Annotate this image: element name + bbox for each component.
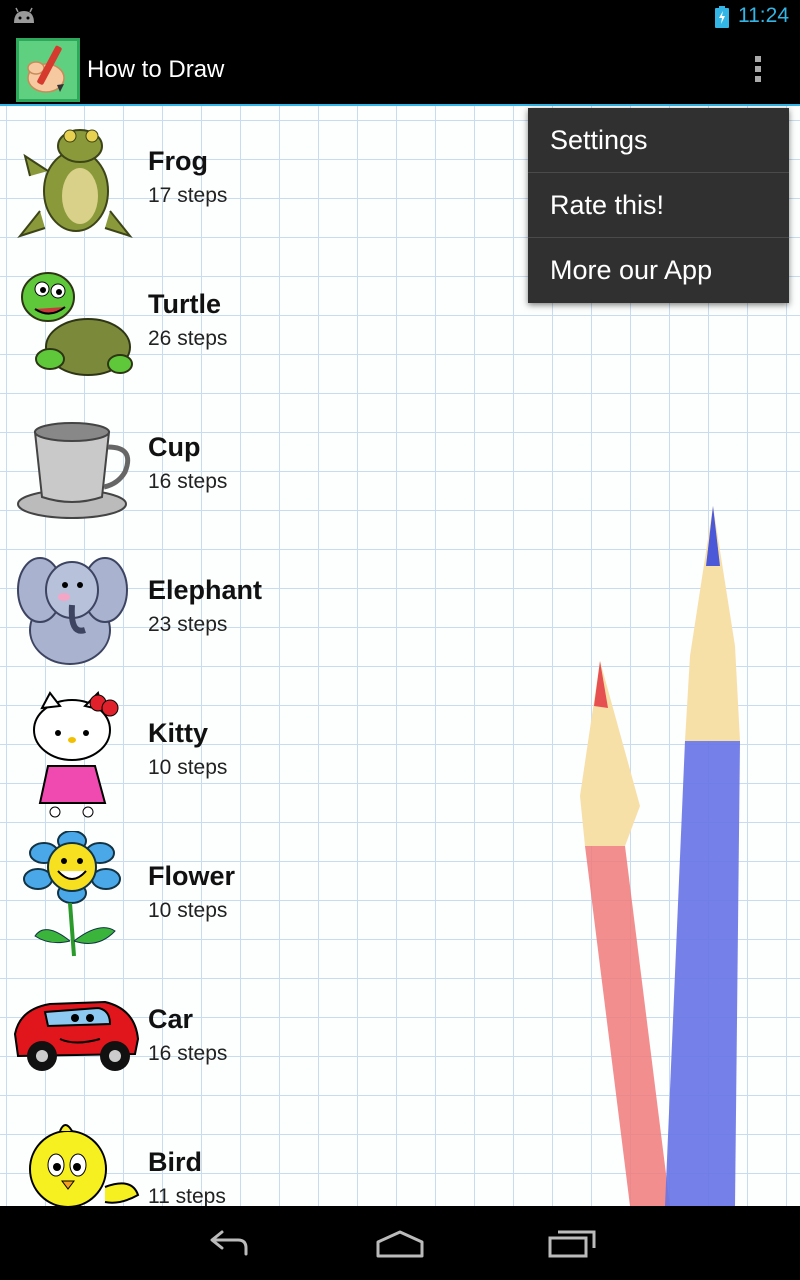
item-title: Frog bbox=[148, 146, 208, 176]
status-bar: 11:24 bbox=[0, 0, 800, 34]
menu-item-more-apps[interactable]: More our App bbox=[528, 238, 789, 303]
menu-item-settings[interactable]: Settings bbox=[528, 108, 789, 173]
pencil-hand-icon[interactable] bbox=[16, 38, 80, 102]
item-steps: 16 steps bbox=[148, 1042, 228, 1065]
item-steps: 10 steps bbox=[148, 899, 228, 922]
item-steps: 26 steps bbox=[148, 327, 228, 350]
list-item-car[interactable]: Car 16 steps bbox=[0, 964, 520, 1107]
item-title: Turtle bbox=[148, 289, 221, 319]
overflow-menu: Settings Rate this! More our App bbox=[528, 108, 789, 303]
item-title: Kitty bbox=[148, 718, 208, 748]
item-title: Flower bbox=[148, 861, 236, 891]
list-item-bird[interactable]: Bird 11 steps bbox=[0, 1107, 520, 1206]
item-steps: 17 steps bbox=[148, 184, 228, 207]
list-item-kitty[interactable]: Kitty 10 steps bbox=[0, 678, 520, 821]
flower-icon bbox=[23, 831, 121, 957]
item-steps: 23 steps bbox=[148, 613, 228, 636]
recents-icon[interactable] bbox=[542, 1226, 602, 1262]
item-title: Car bbox=[148, 1004, 194, 1034]
app-title: How to Draw bbox=[87, 56, 225, 83]
item-steps: 16 steps bbox=[148, 470, 228, 493]
bird-icon bbox=[29, 1124, 140, 1206]
item-title: Bird bbox=[148, 1147, 202, 1177]
turtle-icon bbox=[21, 272, 133, 376]
navigation-bar bbox=[0, 1206, 800, 1280]
frog-icon bbox=[17, 129, 133, 238]
home-icon[interactable] bbox=[370, 1226, 430, 1262]
drawing-list: Frog 17 steps Turtle 26 steps Cup 16 ste… bbox=[0, 106, 520, 1206]
menu-item-rate[interactable]: Rate this! bbox=[528, 173, 789, 238]
list-item-turtle[interactable]: Turtle 26 steps bbox=[0, 249, 520, 392]
list-item-frog[interactable]: Frog 17 steps bbox=[0, 106, 520, 249]
battery-charging-icon bbox=[715, 6, 729, 28]
item-steps: 10 steps bbox=[148, 756, 228, 779]
overflow-menu-icon[interactable] bbox=[744, 54, 772, 88]
car-icon bbox=[13, 1000, 140, 1071]
item-title: Cup bbox=[148, 432, 201, 462]
list-item-elephant[interactable]: Elephant 23 steps bbox=[0, 535, 520, 678]
list-item-cup[interactable]: Cup 16 steps bbox=[0, 392, 520, 535]
kitty-icon bbox=[33, 691, 119, 818]
status-clock: 11:24 bbox=[738, 4, 789, 27]
pencils-background-icon bbox=[580, 506, 740, 1206]
list-item-flower[interactable]: Flower 10 steps bbox=[0, 821, 520, 964]
elephant-icon bbox=[17, 557, 128, 665]
item-title: Elephant bbox=[148, 575, 263, 605]
item-steps: 11 steps bbox=[148, 1185, 226, 1206]
cup-icon bbox=[17, 422, 131, 519]
action-bar: How to Draw bbox=[0, 34, 800, 106]
back-icon[interactable] bbox=[200, 1226, 260, 1262]
android-debug-icon bbox=[14, 7, 34, 23]
